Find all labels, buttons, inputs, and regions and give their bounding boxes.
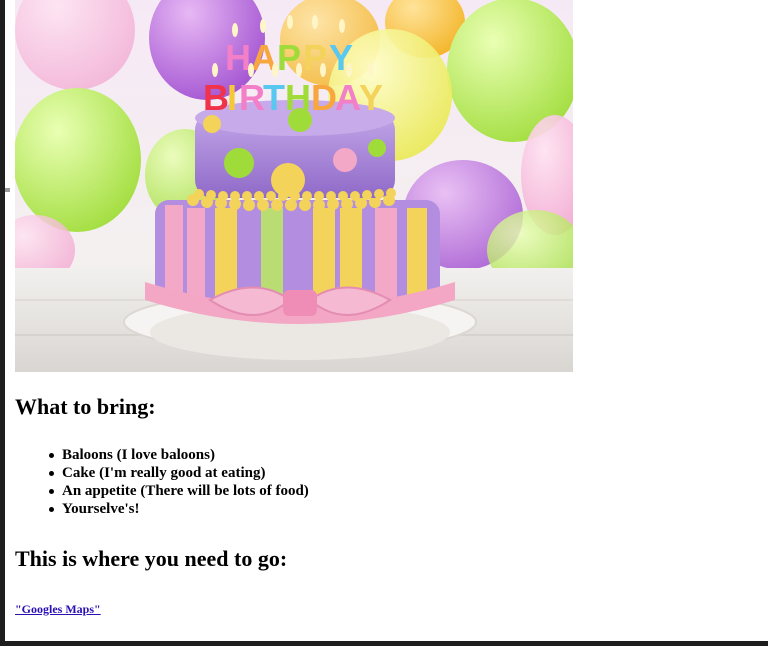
bullet-icon — [49, 507, 54, 512]
svg-text:A: A — [335, 77, 361, 118]
list-item-text: Yourselve's! — [62, 501, 140, 517]
svg-text:T: T — [263, 77, 285, 118]
bullet-icon — [49, 471, 54, 476]
list-item-text: An appetite (There will be lots of food) — [62, 483, 309, 499]
what-to-bring-heading: What to bring: — [15, 394, 156, 419]
bullet-icon — [49, 453, 54, 458]
google-maps-link[interactable]: "Googles Maps" — [15, 602, 101, 617]
birthday-cake-image: H A P P Y B I R T H D A Y — [15, 0, 573, 372]
list-item: Baloons (I love baloons) — [49, 446, 309, 464]
svg-text:D: D — [311, 77, 337, 118]
svg-text:H: H — [285, 77, 311, 118]
bring-list: Baloons (I love baloons) Cake (I'm reall… — [49, 446, 309, 518]
svg-text:H: H — [225, 37, 251, 78]
svg-text:Y: Y — [359, 77, 383, 118]
frame-edge-marker — [5, 188, 10, 192]
svg-text:R: R — [239, 77, 265, 118]
list-item-text: Cake (I'm really good at eating) — [62, 465, 266, 481]
list-item: An appetite (There will be lots of food) — [49, 482, 309, 500]
bullet-icon — [49, 489, 54, 494]
list-item: Yourselve's! — [49, 500, 309, 518]
list-item-text: Baloons (I love baloons) — [62, 447, 215, 463]
svg-text:B: B — [203, 77, 229, 118]
where-to-go-heading: This is where you need to go: — [15, 546, 288, 571]
page: H A P P Y B I R T H D A Y What to bring:… — [5, 0, 768, 641]
list-item: Cake (I'm really good at eating) — [49, 464, 309, 482]
svg-text:I: I — [227, 77, 237, 118]
